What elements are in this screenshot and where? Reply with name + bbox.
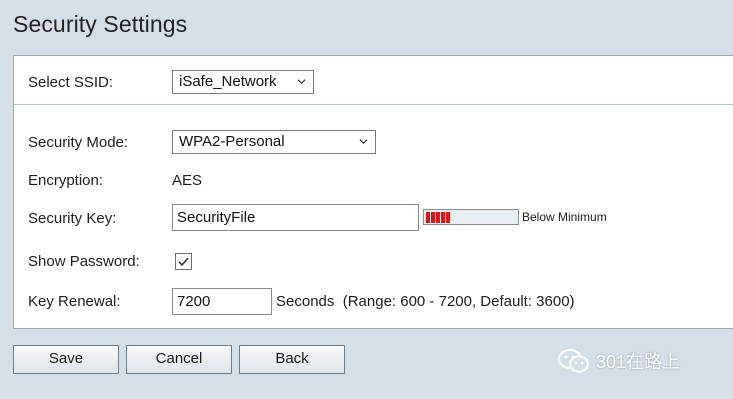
- strength-bar-segment: [446, 211, 450, 223]
- encryption-value: AES: [172, 172, 203, 189]
- page-title: Security Settings: [13, 11, 188, 37]
- ssid-select-value: iSafe_Network: [179, 73, 277, 90]
- key-strength-meter: [423, 209, 519, 225]
- back-button[interactable]: Back: [239, 345, 345, 374]
- cancel-button[interactable]: Cancel: [126, 345, 232, 374]
- strength-bar-segment: [436, 211, 440, 223]
- security-settings-panel: Select SSID: iSafe_Network Security Mode…: [13, 55, 733, 329]
- security-key-label: Security Key:: [28, 210, 117, 227]
- key-renewal-hint: Seconds (Range: 600 - 7200, Default: 360…: [276, 293, 575, 310]
- strength-bar-segment: [426, 211, 430, 223]
- chevron-down-icon: [359, 139, 368, 145]
- strength-bar-segment: [431, 211, 435, 223]
- show-password-label: Show Password:: [28, 253, 140, 270]
- encryption-label: Encryption:: [28, 172, 104, 189]
- save-button[interactable]: Save: [13, 345, 119, 374]
- ssid-label: Select SSID:: [28, 74, 114, 91]
- watermark: 301在路上: [557, 347, 680, 375]
- key-renewal-label: Key Renewal:: [28, 293, 121, 310]
- security-key-input[interactable]: [172, 204, 419, 231]
- show-password-checkbox[interactable]: [175, 253, 192, 270]
- section-divider: [14, 104, 733, 105]
- strength-bar-segment: [441, 211, 445, 223]
- security-mode-select-value: WPA2-Personal: [179, 133, 285, 150]
- security-mode-select[interactable]: WPA2-Personal: [172, 130, 376, 154]
- key-strength-label: Below Minimum: [522, 210, 607, 224]
- wechat-icon: [558, 349, 589, 373]
- key-renewal-input[interactable]: [172, 288, 272, 315]
- chevron-down-icon: [297, 79, 306, 85]
- watermark-text: 301在路上: [596, 352, 681, 372]
- security-mode-label: Security Mode:: [28, 134, 129, 151]
- ssid-select[interactable]: iSafe_Network: [172, 70, 314, 94]
- checkmark-icon: [178, 257, 189, 267]
